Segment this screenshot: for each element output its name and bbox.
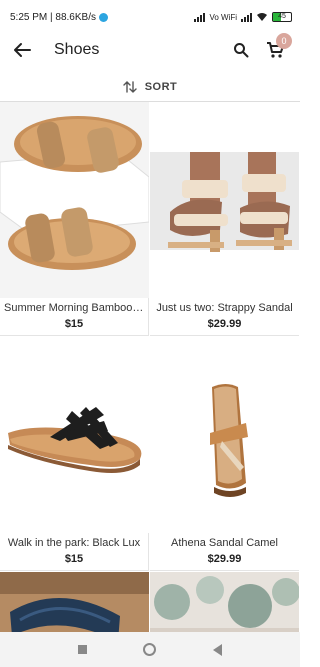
product-image (0, 572, 149, 632)
product-image (0, 337, 149, 533)
status-time: 5:25 PM | 88.6KB/s (10, 11, 96, 23)
search-button[interactable] (228, 37, 254, 63)
product-card[interactable]: Walk in the park: Black Lux $15 (0, 337, 149, 571)
status-left: 5:25 PM | 88.6KB/s (10, 12, 108, 23)
product-price: $29.99 (207, 318, 242, 330)
product-grid: Bc Summer Morning Bamboo Sandal $15 (0, 102, 300, 632)
recent-apps-icon[interactable] (78, 645, 88, 654)
product-name: Walk in the park: Black Lux (7, 537, 141, 549)
product-card[interactable]: Bc Summer Morning Bamboo Sandal $15 (0, 102, 149, 336)
product-card[interactable] (0, 572, 149, 632)
product-price: $15 (64, 553, 84, 565)
system-back-icon[interactable] (212, 643, 222, 656)
product-price: $15 (64, 318, 84, 330)
search-icon (234, 43, 249, 58)
product-image: Bc (0, 102, 149, 298)
product-card[interactable]: Just us two: Strappy Sandal $29.99 (150, 102, 299, 336)
signal-icon-2 (241, 12, 252, 22)
sort-button[interactable]: SORT (0, 72, 300, 102)
cart-count-badge: 0 (276, 33, 292, 49)
product-price: $29.99 (207, 553, 242, 565)
sort-arrows-icon (123, 80, 137, 93)
sort-label: SORT (144, 80, 178, 93)
product-image (150, 102, 299, 298)
product-name: Summer Morning Bamboo Sandal (4, 302, 144, 314)
page-title: Shoes (54, 41, 100, 58)
back-arrow-icon (14, 43, 31, 57)
back-button[interactable] (10, 38, 34, 62)
product-card[interactable] (150, 572, 299, 632)
signal-icon (194, 12, 206, 22)
product-image (150, 572, 299, 632)
cart-button[interactable]: 0 (260, 33, 292, 63)
product-image (150, 337, 299, 533)
system-nav-bar (0, 632, 300, 667)
product-name: Athena Sandal Camel (170, 537, 278, 549)
product-name: Just us two: Strappy Sandal (156, 302, 293, 314)
status-right: Vo WiFi 45 (194, 12, 292, 22)
telegram-icon (98, 12, 108, 22)
network-label: Vo WiFi (209, 12, 237, 22)
app-bar: Shoes 0 (0, 33, 300, 66)
wifi-icon (257, 13, 267, 21)
status-bar: 5:25 PM | 88.6KB/s Vo WiFi 45 (0, 0, 300, 34)
home-icon[interactable] (143, 643, 157, 656)
battery-icon: 45 (272, 12, 292, 22)
product-card[interactable]: Athena Sandal Camel $29.99 (150, 337, 299, 571)
